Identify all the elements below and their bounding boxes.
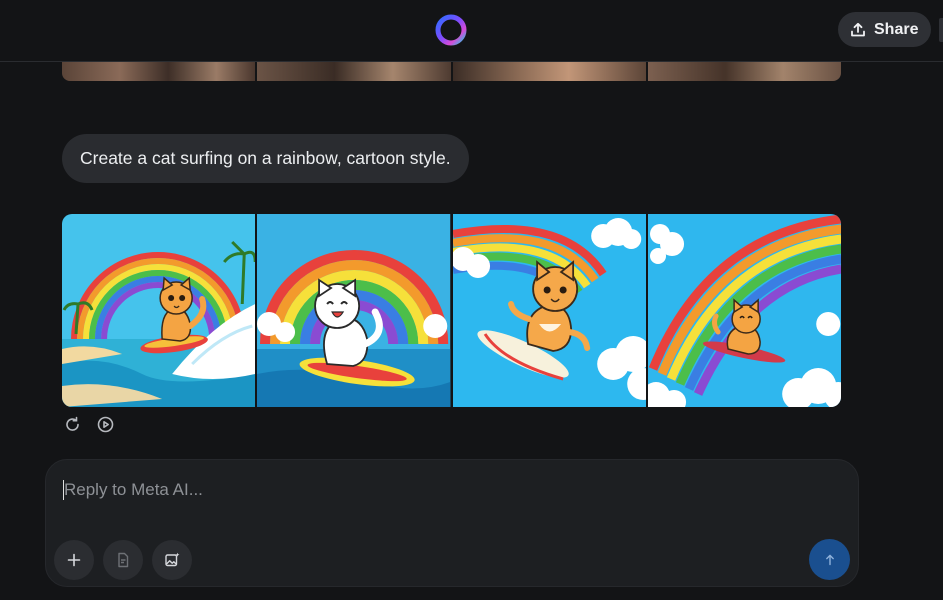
regenerate-icon[interactable] [64,416,81,433]
share-label: Share [874,20,919,38]
generated-image-1[interactable] [62,214,256,407]
previous-images-strip[interactable] [62,62,841,81]
generated-image-2[interactable] [257,214,451,407]
document-icon [118,552,129,568]
offscreen-button-edge [939,18,943,42]
share-button[interactable]: Share [838,12,932,47]
previous-image[interactable] [62,62,256,81]
generated-image-3[interactable] [452,214,646,407]
image-actions [64,416,114,433]
image-edit-icon [165,552,180,567]
previous-image[interactable] [257,62,451,81]
user-message-text: Create a cat surfing on a rainbow, carto… [80,148,451,168]
image-edit-button[interactable] [152,540,192,580]
generated-images-grid [62,214,841,407]
composer [45,459,859,587]
top-bar: Share [0,0,943,62]
generated-image-4[interactable] [647,214,841,407]
share-upload-icon [851,22,865,36]
meta-ai-logo-icon[interactable] [434,13,468,47]
previous-image[interactable] [452,62,646,81]
send-button[interactable] [809,539,850,580]
document-button[interactable] [103,540,143,580]
arrow-up-icon [825,554,834,565]
previous-image[interactable] [647,62,841,81]
add-button[interactable] [54,540,94,580]
plus-icon [67,553,81,567]
reply-input[interactable] [64,479,784,501]
user-message-bubble: Create a cat surfing on a rainbow, carto… [62,134,469,183]
animate-play-icon[interactable] [97,416,114,433]
